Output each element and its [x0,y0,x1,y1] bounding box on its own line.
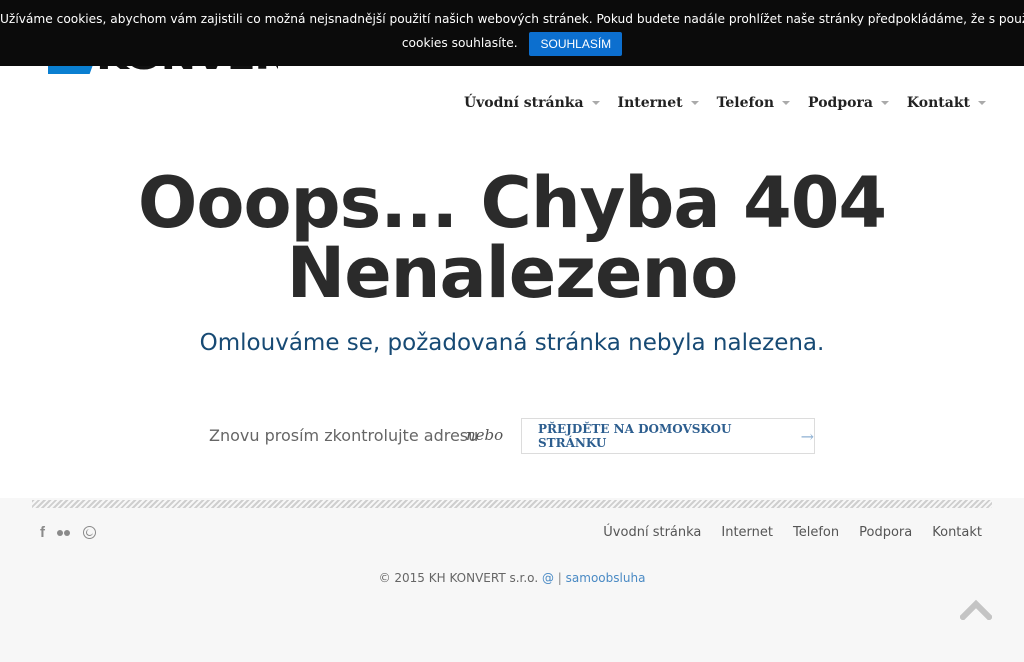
footer-link-internet[interactable]: Internet [721,525,773,540]
facebook-icon[interactable]: f [40,524,45,541]
cookie-accept-button[interactable]: SOUHLASÍM [529,31,623,56]
error-title-line2: Nenalezeno [286,232,739,314]
caret-down-icon [782,101,791,105]
footer-nav: Úvodní stránka Internet Telefon Podpora … [583,525,982,540]
nav-item-support[interactable]: Podpora [808,94,889,112]
nav-label: Telefon [716,95,775,111]
nav-item-contact[interactable]: Kontakt [907,94,986,112]
copyright: © 2015 KH KONVERT s.r.o. @ | samoobsluha [0,571,1024,585]
check-address-text: Znovu prosím zkontrolujte adresu [209,426,479,445]
cookie-message: Užíváme cookies, abychom vám zajistili c… [0,12,1024,26]
footer-link-support[interactable]: Podpora [859,525,912,540]
nav-label: Úvodní stránka [463,95,584,111]
arrow-right-icon: → [800,426,814,446]
or-text: nebo [466,426,504,444]
caret-down-icon [591,101,600,105]
copyright-text: © 2015 KH KONVERT s.r.o. [378,571,539,585]
nav-label: Kontakt [906,95,970,111]
footer-link-contact[interactable]: Kontakt [932,525,982,540]
caret-down-icon [978,101,986,105]
go-home-button[interactable]: PŘEJDĚTE NA DOMOVSKOU STRÁNKU → [521,418,815,454]
error-subtitle: Omlouváme se, požadovaná stránka nebyla … [199,330,825,356]
go-home-label: PŘEJDĚTE NA DOMOVSKOU STRÁNKU [538,422,732,450]
nav-label: Podpora [808,95,873,111]
action-row: Znovu prosím zkontrolujte adresu nebo PŘ… [0,418,1024,454]
nav-item-internet[interactable]: Internet [618,94,699,112]
email-link[interactable]: @ [542,571,554,585]
footer: f Úvodní stránka Internet Telefon Podpor… [0,498,1024,662]
social-links: f [40,524,108,541]
cookie-bar: Užíváme cookies, abychom vám zajistili c… [0,0,1024,66]
separator: | [557,571,562,585]
caret-down-icon [880,101,889,105]
cookie-message-end: cookies souhlasíte. [401,36,518,50]
footer-link-home[interactable]: Úvodní stránka [603,525,701,540]
footer-divider [32,500,992,508]
dribbble-icon[interactable] [83,526,96,539]
nav-item-home[interactable]: Úvodní stránka [464,94,600,112]
self-service-link[interactable]: samoobsluha [566,571,646,585]
footer-link-phone[interactable]: Telefon [793,525,839,540]
error-title: Ooops... Chyba 404 Nenalezeno [0,168,1024,308]
nav-label: Internet [617,95,683,111]
main-nav: Úvodní stránka Internet Telefon Podpora … [446,94,986,112]
back-to-top-icon[interactable] [958,598,994,622]
caret-down-icon [690,101,699,105]
nav-item-phone[interactable]: Telefon [716,94,791,112]
flickr-icon[interactable] [57,529,71,536]
